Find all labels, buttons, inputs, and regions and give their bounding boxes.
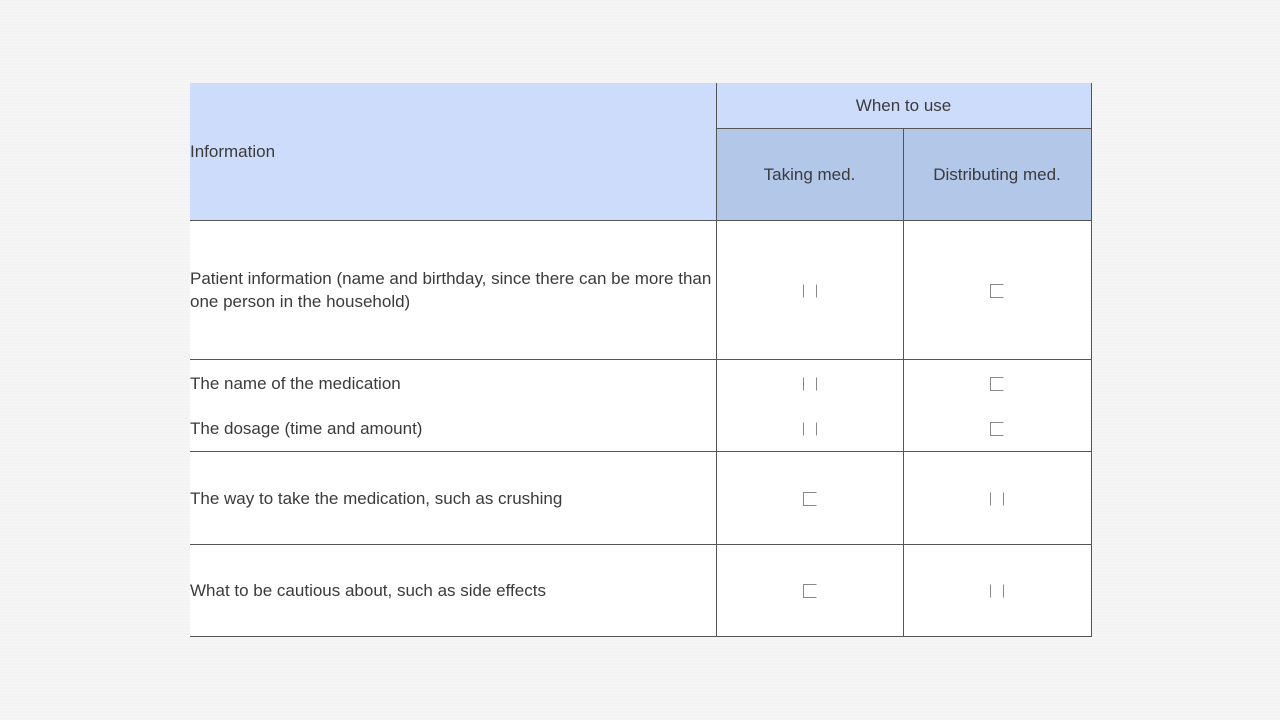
info-text: Patient information (name and birthday, …	[190, 269, 712, 311]
taking-checkbox[interactable]	[802, 422, 817, 437]
distributing-cell	[903, 220, 1092, 360]
taking-cell	[716, 406, 904, 452]
info-cell: The name of the medication	[190, 359, 717, 406]
table-row: The name of the medication	[190, 359, 1092, 406]
distributing-checkbox[interactable]	[990, 422, 1004, 437]
page: Information When to use Taking med. Dist…	[0, 0, 1280, 720]
taking-checkbox[interactable]	[802, 491, 817, 506]
taking-cell	[716, 220, 904, 360]
info-cell: What to be cautious about, such as side …	[190, 544, 717, 637]
distributing-checkbox[interactable]	[990, 283, 1004, 298]
info-text: What to be cautious about, such as side …	[190, 581, 546, 600]
info-cell: The dosage (time and amount)	[190, 406, 717, 452]
header-taking-med-label: Taking med.	[763, 164, 856, 184]
taking-checkbox[interactable]	[802, 376, 817, 391]
info-text: The name of the medication	[190, 373, 401, 393]
header-information: Information	[190, 83, 717, 221]
info-cell: Patient information (name and birthday, …	[190, 220, 717, 360]
header-when-to-use: When to use	[716, 83, 1092, 129]
header-when-to-use-label: When to use	[855, 95, 952, 115]
table-row: The way to take the medication, such as …	[190, 451, 1092, 545]
taking-checkbox[interactable]	[802, 584, 817, 599]
taking-cell	[716, 359, 904, 406]
table-row: The dosage (time and amount)	[190, 406, 1092, 452]
distributing-checkbox[interactable]	[990, 584, 1004, 599]
taking-checkbox[interactable]	[802, 283, 817, 298]
distributing-cell	[903, 544, 1092, 637]
header-distributing-med: Distributing med.	[903, 128, 1092, 221]
info-text: The dosage (time and amount)	[190, 419, 423, 438]
distributing-cell	[903, 451, 1092, 545]
info-cell: The way to take the medication, such as …	[190, 451, 717, 545]
header-information-label: Information	[190, 141, 276, 161]
distributing-cell	[903, 406, 1092, 452]
distributing-cell	[903, 359, 1092, 406]
medication-info-table: Information When to use Taking med. Dist…	[190, 83, 1092, 637]
taking-cell	[716, 544, 904, 637]
header-taking-med: Taking med.	[716, 128, 904, 221]
info-text: The way to take the medication, such as …	[190, 488, 563, 508]
table-row: Patient information (name and birthday, …	[190, 220, 1092, 360]
table-row: What to be cautious about, such as side …	[190, 544, 1092, 637]
distributing-checkbox[interactable]	[990, 491, 1004, 506]
distributing-checkbox[interactable]	[990, 376, 1004, 391]
header-distributing-med-label: Distributing med.	[933, 164, 1061, 184]
taking-cell	[716, 451, 904, 545]
